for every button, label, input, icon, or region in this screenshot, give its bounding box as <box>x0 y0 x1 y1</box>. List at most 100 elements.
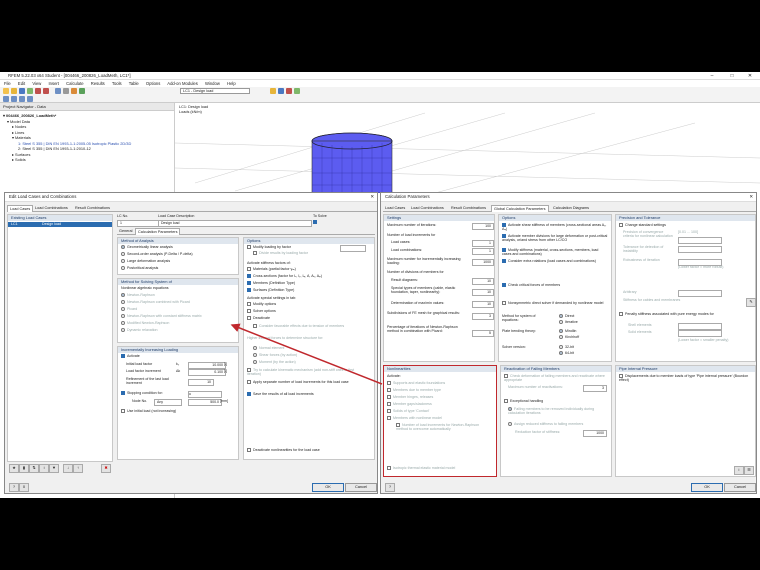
menu-tools[interactable]: Tools <box>112 81 122 86</box>
cancel-button[interactable]: Cancel <box>345 483 377 492</box>
stiff-cross-sections[interactable]: Cross-sections (factor for Iₓ, Iᵧ, Iᵩ, A… <box>247 274 322 279</box>
higher-normal[interactable]: Normal element <box>253 346 284 351</box>
displacement-field[interactable]: 500.0 <box>188 399 222 406</box>
percentage-field[interactable]: 5 <box>472 330 494 337</box>
reduction-field[interactable]: 1000 <box>583 430 607 437</box>
divide-results[interactable]: Divide results by loading factor <box>253 251 308 256</box>
solve-modified-newton[interactable]: Modified Newton-Raphson <box>121 321 169 326</box>
initial-factor-field[interactable]: 10.000 <box>188 362 226 369</box>
initial-prestress[interactable]: Use initial load (not increasing) <box>121 409 176 414</box>
nl-nonlinear-model[interactable]: Members with nonlinear model <box>387 416 442 421</box>
solve-newton-picard[interactable]: Newton-Raphson combined with Picard <box>121 300 190 305</box>
stopping-condition[interactable]: Stopping condition for: <box>121 391 163 396</box>
tab-load-cases[interactable]: Load Cases <box>383 205 407 211</box>
tab-result-combinations[interactable]: Result Combinations <box>73 205 112 211</box>
fe-mesh-field[interactable]: 3 <box>472 313 494 320</box>
zoom-icon[interactable] <box>63 88 69 94</box>
menu-results[interactable]: Results <box>91 81 105 86</box>
solve-newton[interactable]: Newton-Raphson <box>121 293 155 298</box>
results-icon[interactable] <box>79 88 85 94</box>
stopping-select[interactable]: u <box>188 391 222 398</box>
sort-icon[interactable]: ↕ <box>39 464 49 473</box>
member-icon[interactable] <box>27 96 33 102</box>
solve-picard[interactable]: Picard <box>121 307 137 312</box>
info-icon[interactable]: i <box>734 466 744 475</box>
close-icon[interactable]: ✕ <box>742 72 758 80</box>
apply-separate-increments[interactable]: Apply separate number of load increments… <box>247 380 367 385</box>
opt-critical-forces[interactable]: Check critical forces of members <box>502 283 560 288</box>
solver-32bit[interactable]: 32-bit <box>559 345 574 350</box>
surface-icon[interactable] <box>19 96 25 102</box>
renumber-icon[interactable]: ⇅ <box>29 464 39 473</box>
nl-member-type[interactable]: Members due to member type <box>387 388 441 393</box>
print-icon[interactable] <box>27 88 33 94</box>
subtab-general[interactable]: General <box>117 228 135 234</box>
nl-increments[interactable]: Number of load increments for Newton-Rap… <box>396 423 492 431</box>
save-all-increments[interactable]: Save the results of all load increments <box>247 392 314 397</box>
menu-view[interactable]: View <box>32 81 41 86</box>
minimize-icon[interactable]: – <box>704 72 720 80</box>
higher-shear[interactable]: Shear forces (by action) <box>253 353 297 358</box>
precision-convergence-field[interactable] <box>678 237 722 244</box>
kinematic-mechanism[interactable]: Try to calculate kinematic mechanism (ad… <box>247 368 367 376</box>
solver-64bit[interactable]: 64-bit <box>559 351 574 356</box>
node-icon[interactable] <box>3 96 9 102</box>
cancel-button[interactable]: Cancel <box>724 483 756 492</box>
opt-extra-rotations[interactable]: Consider extra rotations (load cases and… <box>502 259 608 264</box>
precision-instability-field[interactable] <box>678 246 722 253</box>
menu-help[interactable]: Help <box>227 81 236 86</box>
penalty-shell-field[interactable] <box>678 323 722 330</box>
plate-kirchhoff[interactable]: Kirchhoff <box>559 335 579 340</box>
ok-button[interactable]: OK <box>691 483 723 492</box>
penalty-stiffness[interactable]: Penalty stiffness associated with pure e… <box>619 312 751 317</box>
lc-no-field[interactable]: 1 <box>117 220 159 227</box>
copy-icon[interactable]: ▮ <box>19 464 29 473</box>
exceptional-handling[interactable]: Exceptional handling <box>504 399 543 404</box>
solver-iterative[interactable]: Iterative <box>559 320 578 325</box>
max-reactivations-field[interactable]: 3 <box>583 385 607 392</box>
special-members-field[interactable]: 10 <box>472 289 494 296</box>
description-field[interactable]: Design load <box>158 220 312 227</box>
menu-insert[interactable]: Insert <box>49 81 59 86</box>
display-icon[interactable] <box>270 88 276 94</box>
save-icon[interactable] <box>19 88 25 94</box>
edit-icon[interactable]: ✎ <box>746 298 756 307</box>
calc-icon[interactable] <box>71 88 77 94</box>
menu-calculate[interactable]: Calculate <box>66 81 83 86</box>
tree-item-solids[interactable]: ▸ Solids <box>3 157 171 163</box>
menu-table[interactable]: Table <box>129 81 139 86</box>
tab-load-combinations[interactable]: Load Combinations <box>33 205 70 211</box>
special-modify[interactable]: Modify options <box>247 302 276 307</box>
undo-icon[interactable] <box>35 88 41 94</box>
special-deactivate[interactable]: Deactivate <box>247 316 270 321</box>
opt-member-divisions[interactable]: Activate member divisions for large defo… <box>502 234 608 242</box>
to-solve-checkbox[interactable] <box>313 220 319 225</box>
menu-edit[interactable]: Edit <box>18 81 25 86</box>
maximize-icon[interactable]: □ <box>724 72 740 80</box>
stiff-members[interactable]: Members (Definition Type) <box>247 281 295 286</box>
new-load-case-icon[interactable]: ★ <box>9 464 19 473</box>
tab-global-params[interactable]: Global Calculation Parameters <box>491 205 549 212</box>
penalty-solid-field[interactable] <box>678 330 722 337</box>
method-postcritical[interactable]: Postcritical analysis <box>121 266 158 271</box>
nl-gaps[interactable]: Member gaps/slackness <box>387 402 432 407</box>
nl-thermal[interactable]: Isotropic thermal elastic material model <box>387 466 455 471</box>
dialog-close-icon[interactable]: ✕ <box>749 193 753 201</box>
plate-mindlin[interactable]: Mindlin <box>559 329 576 334</box>
tab-load-cases[interactable]: Load Cases <box>7 205 34 212</box>
opt-modify-stiffness[interactable]: Modify stiffness (material, cross-sectio… <box>502 248 608 256</box>
list-icon[interactable]: ☰ <box>744 466 754 475</box>
tab-calc-diagrams[interactable]: Calculation Diagrams <box>551 205 591 211</box>
help-icon[interactable]: ? <box>9 483 19 492</box>
dialog-close-icon[interactable]: ✕ <box>370 193 374 201</box>
select-icon[interactable] <box>55 88 61 94</box>
view-icon[interactable] <box>278 88 284 94</box>
stiff-surfaces[interactable]: Surfaces (Definition Type) <box>247 288 294 293</box>
precision-arbitrary-field[interactable] <box>678 290 722 297</box>
load-case-row[interactable]: LC1 Design load <box>8 222 112 227</box>
nl-hinges[interactable]: Member hinges, releases <box>387 395 433 400</box>
max-iterations-field[interactable]: 100 <box>472 223 494 230</box>
failing-removed[interactable]: Failing members to be removed individual… <box>508 407 606 415</box>
import-icon[interactable]: ↓ <box>63 464 73 473</box>
method-linear[interactable]: Geometrically linear analysis <box>121 245 173 250</box>
